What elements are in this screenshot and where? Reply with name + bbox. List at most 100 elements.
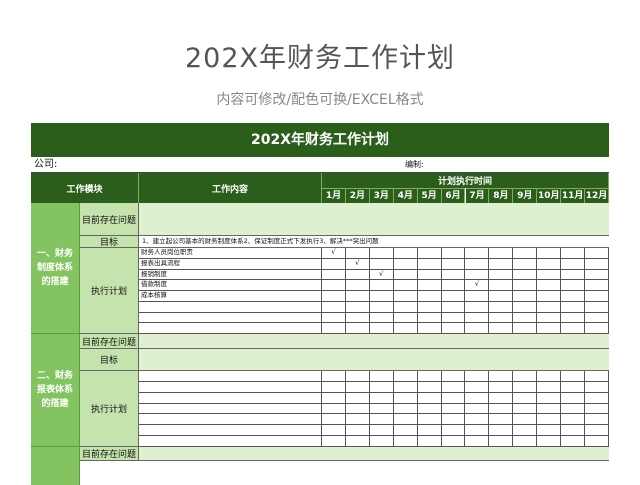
- month-cell[interactable]: [489, 248, 514, 258]
- problem-cell-1[interactable]: [139, 203, 609, 236]
- month-cell[interactable]: [513, 392, 538, 403]
- month-cell[interactable]: [537, 403, 562, 414]
- goal-cell-2[interactable]: [139, 349, 609, 371]
- month-cell[interactable]: [466, 436, 490, 446]
- month-cell[interactable]: [442, 392, 466, 403]
- month-cell[interactable]: [489, 436, 514, 446]
- month-cell[interactable]: [537, 371, 562, 381]
- month-cell[interactable]: [346, 301, 370, 312]
- table-row[interactable]: [139, 403, 609, 415]
- month-cell[interactable]: [442, 301, 466, 312]
- month-cell[interactable]: [394, 425, 418, 436]
- month-cell[interactable]: [466, 312, 490, 323]
- month-cell[interactable]: [346, 248, 370, 258]
- month-cell[interactable]: [322, 269, 346, 280]
- month-cell[interactable]: [466, 291, 490, 301]
- month-cell[interactable]: [442, 312, 466, 323]
- month-cell[interactable]: [370, 258, 394, 269]
- month-cell[interactable]: [346, 371, 370, 381]
- month-cell[interactable]: [561, 371, 586, 381]
- month-cell[interactable]: [370, 312, 394, 323]
- month-cell[interactable]: [418, 381, 442, 392]
- month-cell[interactable]: [513, 291, 538, 301]
- month-cell[interactable]: [466, 258, 490, 269]
- month-cell[interactable]: [418, 403, 442, 414]
- month-cell[interactable]: [370, 280, 394, 290]
- month-cell[interactable]: [585, 414, 609, 425]
- month-cell[interactable]: [561, 381, 586, 392]
- month-cell[interactable]: [585, 403, 609, 414]
- month-cell[interactable]: [513, 371, 538, 381]
- month-cell[interactable]: [561, 291, 586, 301]
- month-cell[interactable]: [513, 436, 538, 446]
- month-cell[interactable]: [442, 323, 466, 333]
- month-cell[interactable]: [489, 312, 514, 323]
- month-cell[interactable]: [537, 312, 562, 323]
- month-cell[interactable]: [394, 414, 418, 425]
- month-cell[interactable]: [537, 392, 562, 403]
- month-cell[interactable]: [489, 392, 514, 403]
- month-cell[interactable]: [466, 248, 490, 258]
- month-cell[interactable]: [442, 371, 466, 381]
- problem-cell-2[interactable]: [139, 334, 609, 349]
- month-cell[interactable]: [561, 425, 586, 436]
- month-cell[interactable]: [513, 301, 538, 312]
- month-cell[interactable]: [370, 291, 394, 301]
- month-cell[interactable]: [346, 425, 370, 436]
- check-mark[interactable]: √: [466, 280, 490, 290]
- month-cell[interactable]: [585, 392, 609, 403]
- month-cell[interactable]: [561, 258, 586, 269]
- month-cell[interactable]: [394, 301, 418, 312]
- month-cell[interactable]: [537, 269, 562, 280]
- month-cell[interactable]: [561, 312, 586, 323]
- month-cell[interactable]: [585, 280, 609, 290]
- month-cell[interactable]: [418, 269, 442, 280]
- month-cell[interactable]: [489, 280, 514, 290]
- month-cell[interactable]: [513, 323, 538, 333]
- month-cell[interactable]: [322, 301, 346, 312]
- month-cell[interactable]: [394, 312, 418, 323]
- month-cell[interactable]: [585, 258, 609, 269]
- month-cell[interactable]: [513, 403, 538, 414]
- check-mark[interactable]: √: [370, 269, 394, 280]
- month-cell[interactable]: [346, 312, 370, 323]
- check-mark[interactable]: √: [322, 248, 346, 258]
- month-cell[interactable]: [418, 436, 442, 446]
- month-cell[interactable]: [418, 301, 442, 312]
- month-cell[interactable]: [537, 425, 562, 436]
- month-cell[interactable]: [561, 436, 586, 446]
- month-cell[interactable]: [489, 269, 514, 280]
- month-cell[interactable]: [442, 280, 466, 290]
- goal-text-1[interactable]: 1、建立起公司基本的财务制度体系2、保证制度正式下发执行3、解决***突出问题: [139, 236, 609, 248]
- month-cell[interactable]: [322, 392, 346, 403]
- month-cell[interactable]: [585, 323, 609, 333]
- month-cell[interactable]: [418, 258, 442, 269]
- month-cell[interactable]: [370, 436, 394, 446]
- month-cell[interactable]: [537, 248, 562, 258]
- month-cell[interactable]: [466, 425, 490, 436]
- month-cell[interactable]: [561, 269, 586, 280]
- month-cell[interactable]: [418, 248, 442, 258]
- month-cell[interactable]: [394, 291, 418, 301]
- month-cell[interactable]: [489, 323, 514, 333]
- month-cell[interactable]: [418, 291, 442, 301]
- month-cell[interactable]: [442, 248, 466, 258]
- month-cell[interactable]: [394, 248, 418, 258]
- month-cell[interactable]: [561, 403, 586, 414]
- month-cell[interactable]: [513, 258, 538, 269]
- month-cell[interactable]: [442, 291, 466, 301]
- month-cell[interactable]: [513, 414, 538, 425]
- month-cell[interactable]: [442, 258, 466, 269]
- month-cell[interactable]: [513, 248, 538, 258]
- table-row[interactable]: [139, 392, 609, 404]
- month-cell[interactable]: [466, 371, 490, 381]
- month-cell[interactable]: [585, 381, 609, 392]
- month-cell[interactable]: [322, 403, 346, 414]
- month-cell[interactable]: [394, 403, 418, 414]
- month-cell[interactable]: [513, 312, 538, 323]
- month-cell[interactable]: [394, 258, 418, 269]
- month-cell[interactable]: [466, 392, 490, 403]
- table-row[interactable]: [139, 436, 609, 447]
- month-cell[interactable]: [322, 291, 346, 301]
- month-cell[interactable]: [442, 414, 466, 425]
